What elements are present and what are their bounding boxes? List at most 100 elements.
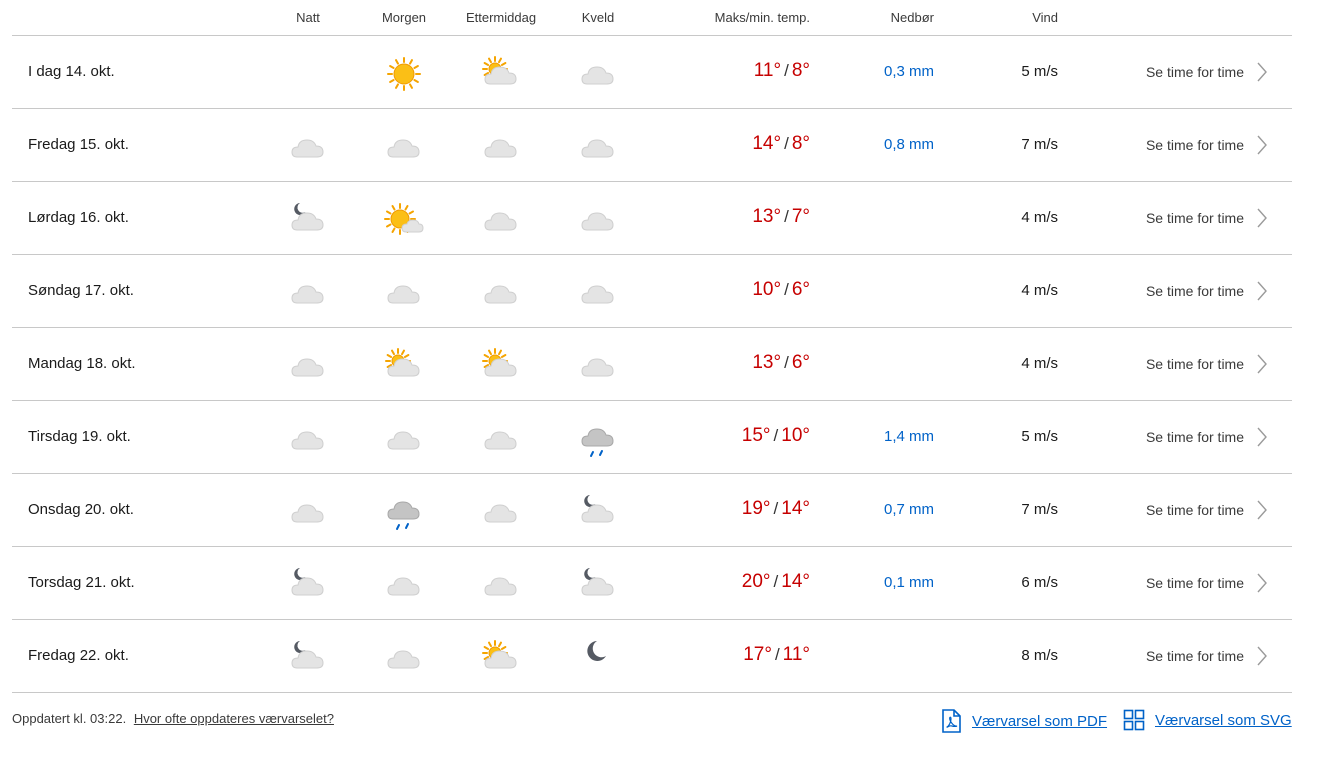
update-frequency-link[interactable]: Hvor ofte oppdateres værvarselet? [134,711,334,726]
updated-time: Oppdatert kl. 03:22. [12,711,127,726]
footer: Oppdatert kl. 03:22. Hvor ofte oppdatere… [12,693,1292,743]
precipitation: 0,8 mm [883,136,934,153]
temperature: 19°/14° [741,498,810,519]
precipitation: 1,4 mm [883,428,934,445]
partly-cloudy-night-icon [288,200,328,240]
day-label: Lørdag 16. okt. [28,209,129,226]
chevron-right-icon [1257,573,1267,593]
cloud-icon [481,273,521,313]
hourly-link[interactable]: Se time for time [1146,575,1244,591]
cloud-icon [578,127,618,167]
light-rain-icon [578,419,618,459]
partly-cloudy-night-icon [578,492,618,532]
max-temp: 13° [752,352,782,373]
cloud-icon [481,565,521,605]
pdf-link-label: Værvarsel som PDF [972,712,1108,730]
temperature: 14°/8° [752,133,810,154]
forecast-row[interactable]: Tirsdag 19. okt. 15°/10° 1,4 mm 5 m/s Se tim… [12,401,1292,474]
min-temp: 10° [781,425,810,446]
cloud-icon [578,54,618,94]
header-ettermiddag: Ettermiddag [465,10,537,25]
forecast-row[interactable]: I dag 14. okt. 11°/8° 0,3 mm 5 m/s Se time f… [12,36,1292,109]
wind-speed: 4 m/s [1021,355,1058,372]
cloud-icon [578,346,618,386]
header-wind: Vind [1032,10,1058,25]
grid-icon [1123,709,1145,731]
day-label: I dag 14. okt. [28,63,115,80]
min-temp: 8° [791,133,810,154]
chevron-right-icon [1257,354,1267,374]
wind-speed: 8 m/s [1021,647,1058,664]
header-natt: Natt [296,10,320,25]
hourly-link[interactable]: Se time for time [1146,648,1244,664]
cloud-icon [288,492,328,532]
day-label: Fredag 22. okt. [28,647,129,664]
wind-speed: 4 m/s [1021,209,1058,226]
cloud-icon [384,273,424,313]
max-temp: 19° [741,498,771,519]
temperature: 17°/11° [743,644,810,665]
partly-cloudy-night-icon [288,638,328,678]
forecast-row[interactable]: Onsdag 20. okt. 19°/14° 0,7 mm 7 m/s Se time… [12,474,1292,547]
header-precipitation: Nedbør [890,10,934,25]
cloud-icon [481,419,521,459]
chevron-right-icon [1257,427,1267,447]
temperature: 10°/6° [752,279,810,300]
partly-cloudy-night-icon [288,565,328,605]
wind-speed: 5 m/s [1021,63,1058,80]
min-temp: 8° [791,60,810,81]
partly-cloudy-day-icon [384,346,424,386]
chevron-right-icon [1257,500,1267,520]
precipitation: 0,3 mm [883,63,934,80]
cloud-icon [384,127,424,167]
min-temp: 7° [791,206,810,227]
cloud-icon [384,638,424,678]
min-temp: 11° [782,644,810,665]
min-temp: 6° [791,352,810,373]
min-temp: 14° [781,571,810,592]
hourly-link[interactable]: Se time for time [1146,210,1244,226]
hourly-link[interactable]: Se time for time [1146,137,1244,153]
max-temp: 11° [753,60,782,81]
max-temp: 14° [752,133,782,154]
fair-day-icon [384,200,424,240]
day-label: Torsdag 21. okt. [28,574,135,591]
hourly-link[interactable]: Se time for time [1146,356,1244,372]
temperature: 13°/7° [752,206,810,227]
cloud-icon [288,127,328,167]
temperature: 15°/10° [741,425,810,446]
forecast-row[interactable]: Søndag 17. okt. 10°/6° 4 m/s Se time for ti… [12,255,1292,328]
partly-cloudy-day-icon [481,346,521,386]
cloud-icon [384,419,424,459]
max-temp: 15° [741,425,771,446]
hourly-link[interactable]: Se time for time [1146,64,1244,80]
precipitation: 0,7 mm [883,501,934,518]
cloud-icon [288,346,328,386]
cloud-icon [481,127,521,167]
hourly-link[interactable]: Se time for time [1146,502,1244,518]
forecast-row[interactable]: Fredag 15. okt. 14°/8° 0,8 mm 7 m/s Se time … [12,109,1292,182]
table-header: Natt Morgen Ettermiddag Kveld Maks/min. … [12,0,1292,36]
day-label: Onsdag 20. okt. [28,501,134,518]
partly-cloudy-day-icon [481,54,521,94]
min-temp: 14° [781,498,810,519]
day-label: Fredag 15. okt. [28,136,129,153]
cloud-icon [481,492,521,532]
hourly-link[interactable]: Se time for time [1146,429,1244,445]
max-temp: 10° [752,279,782,300]
svg-link-label: Værvarsel som SVG [1155,711,1292,729]
cloud-icon [384,565,424,605]
hourly-link[interactable]: Se time for time [1146,283,1244,299]
chevron-right-icon [1257,62,1267,82]
svg-download-link[interactable]: Værvarsel som SVG [1123,709,1292,731]
wind-speed: 7 m/s [1021,136,1058,153]
temperature: 20°/14° [741,571,810,592]
min-temp: 6° [791,279,810,300]
wind-speed: 7 m/s [1021,501,1058,518]
forecast-row[interactable]: Mandag 18. okt. 13°/6° 4 m/s Se time for ti… [12,328,1292,401]
cloud-icon [288,419,328,459]
forecast-row[interactable]: Torsdag 21. okt. 20°/14° 0,1 mm 6 m/s Se tim… [12,547,1292,620]
forecast-row[interactable]: Lørdag 16. okt. 13°/7° 4 m/s Se time for ti… [12,182,1292,255]
forecast-row[interactable]: Fredag 22. okt. 17°/11° 8 m/s Se time for t… [12,620,1292,693]
pdf-download-link[interactable]: Værvarsel som PDF [940,709,1107,733]
